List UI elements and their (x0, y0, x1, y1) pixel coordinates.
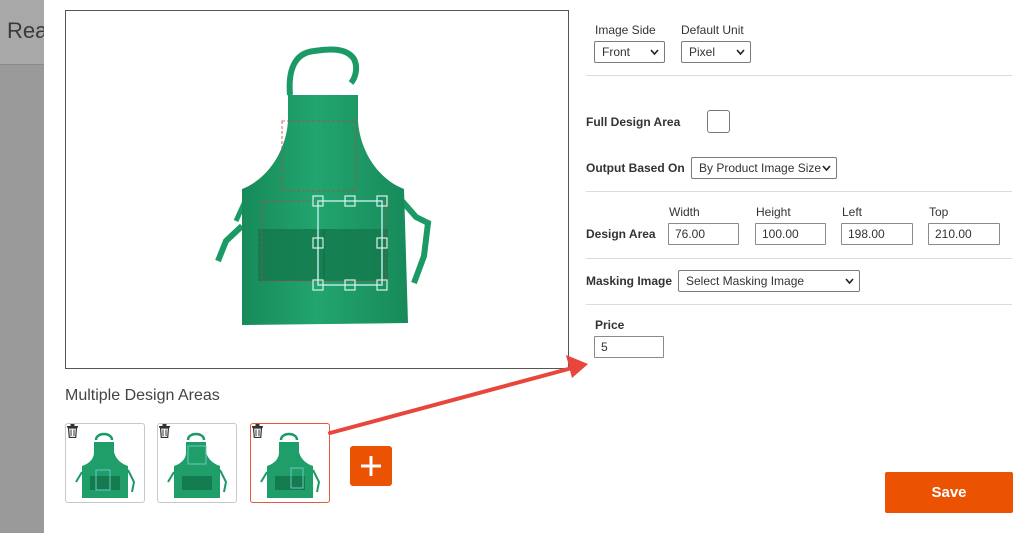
divider (586, 75, 1012, 76)
add-design-area-button[interactable] (350, 446, 392, 486)
plus-icon (361, 456, 381, 476)
left-label: Left (842, 205, 863, 219)
background-title: Rea (7, 18, 48, 43)
divider (586, 304, 1012, 305)
divider (586, 191, 1012, 192)
trash-icon[interactable] (66, 424, 79, 438)
masking-image-value: Select Masking Image (686, 274, 805, 288)
height-label: Height (756, 205, 791, 219)
save-button[interactable]: Save (885, 472, 1013, 513)
price-input[interactable]: 5 (594, 336, 664, 358)
width-input[interactable]: 76.00 (668, 223, 739, 245)
design-area-thumbnail-1[interactable] (65, 423, 145, 503)
default-unit-value: Pixel (689, 45, 716, 59)
full-design-area-label: Full Design Area (586, 115, 681, 129)
multiple-design-areas-title: Multiple Design Areas (65, 387, 220, 404)
width-label: Width (669, 205, 700, 219)
full-design-area-checkbox[interactable] (707, 110, 730, 133)
default-unit-label: Default Unit (681, 23, 744, 37)
chevron-down-icon (736, 49, 745, 56)
output-based-on-value: By Product Image Size (699, 161, 822, 175)
image-side-label: Image Side (595, 23, 656, 37)
height-input[interactable]: 100.00 (755, 223, 826, 245)
design-area-settings-form: Image Side Front Default Unit Pixel Full… (586, 0, 1014, 533)
design-area-label: Design Area (586, 227, 656, 241)
image-side-select[interactable]: Front (594, 41, 665, 63)
chevron-down-icon (822, 165, 831, 172)
chevron-down-icon (650, 49, 659, 56)
trash-icon[interactable] (158, 424, 171, 438)
design-area-thumbnail-2[interactable] (157, 423, 237, 503)
top-input[interactable]: 210.00 (928, 223, 1000, 245)
product-canvas[interactable] (65, 10, 569, 369)
left-input[interactable]: 198.00 (841, 223, 913, 245)
design-area-modal: Multiple Design Areas Image Side Front D… (44, 0, 1024, 533)
chevron-down-icon (845, 278, 854, 285)
design-area-thumbnail-3[interactable] (250, 423, 330, 503)
top-label: Top (929, 205, 949, 219)
divider (586, 258, 1012, 259)
masking-image-select[interactable]: Select Masking Image (678, 270, 860, 292)
output-based-on-select[interactable]: By Product Image Size (691, 157, 837, 179)
default-unit-select[interactable]: Pixel (681, 41, 751, 63)
output-based-on-label: Output Based On (586, 161, 685, 175)
masking-image-label: Masking Image (586, 274, 673, 288)
image-side-value: Front (602, 45, 631, 59)
price-label: Price (595, 318, 625, 332)
trash-icon[interactable] (251, 424, 264, 438)
